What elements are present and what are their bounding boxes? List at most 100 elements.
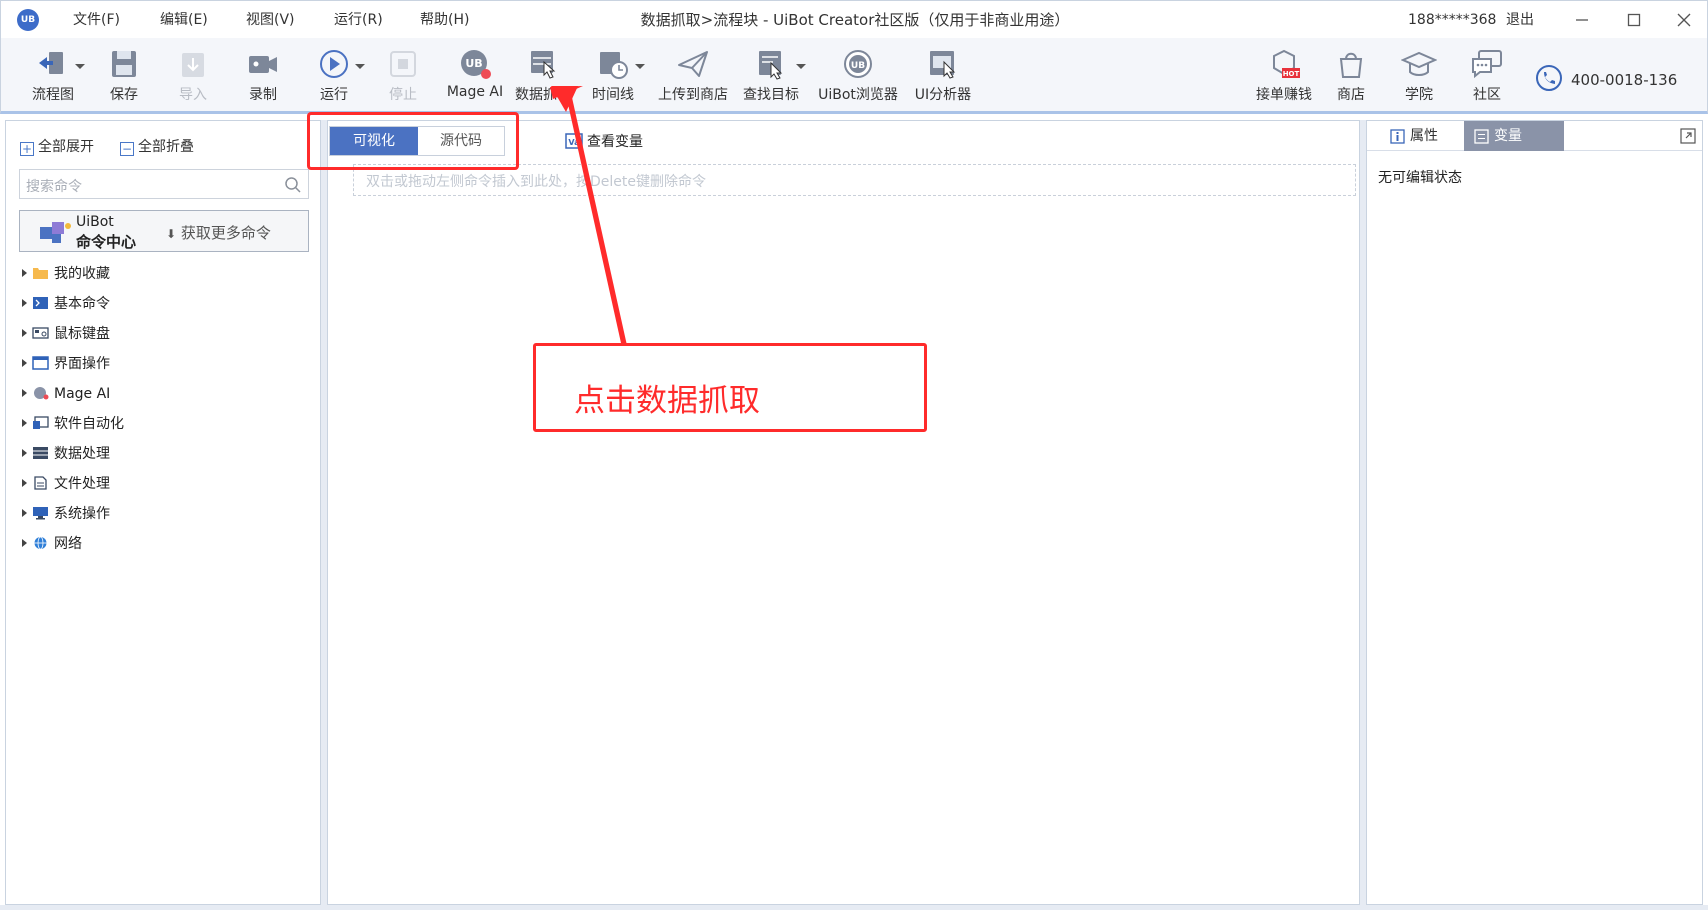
community-button[interactable]: 社区 — [1463, 48, 1511, 104]
flowchart-dropdown-caret[interactable] — [75, 64, 85, 69]
tree-item-file-processing[interactable]: 文件处理 — [16, 469, 316, 499]
find-target-dropdown-caret[interactable] — [796, 64, 806, 69]
menu-file[interactable]: 文件(F) — [73, 1, 120, 39]
timeline-icon — [600, 52, 628, 79]
info-icon — [1390, 129, 1405, 144]
minimize-icon[interactable] — [1569, 7, 1595, 33]
timeline-dropdown-caret[interactable] — [635, 64, 645, 69]
save-icon — [112, 51, 136, 77]
tree-item-ui-operations[interactable]: 界面操作 — [16, 349, 316, 379]
command-search-input[interactable]: 搜索命令 — [19, 169, 309, 199]
collapse-minus-icon: − — [120, 142, 134, 156]
system-icon — [33, 507, 48, 520]
svg-text:UB: UB — [465, 57, 482, 70]
expand-arrow-icon[interactable] — [22, 479, 27, 487]
uibot-browser-button[interactable]: UB UiBot浏览器 — [814, 48, 902, 104]
run-icon — [320, 50, 348, 78]
window-icon — [32, 356, 49, 370]
command-panel: + 全部展开 − 全部折叠 搜索命令 UiBot 命令中心 ⬇ 获取更多命令 我的收… — [5, 120, 321, 905]
user-account[interactable]: 188*****368 — [1408, 1, 1496, 39]
record-button[interactable]: 录制 — [239, 48, 287, 104]
flowchart-button[interactable]: 流程图 — [23, 48, 83, 104]
mage-ai-icon — [34, 387, 49, 400]
search-icon[interactable] — [284, 176, 302, 194]
toolbar: 流程图 保存 导入 录制 运行 停止 UB Mage AI 数据抓取 时间线 上… — [0, 38, 1708, 114]
stop-icon — [390, 51, 416, 77]
no-editable-status: 无可编辑状态 — [1378, 170, 1462, 186]
tree-item-mage-ai[interactable]: Mage AI — [16, 379, 316, 409]
data-scraping-button[interactable]: 数据抓取 — [511, 48, 575, 104]
upload-store-button[interactable]: 上传到商店 — [653, 48, 733, 104]
tree-item-basic-commands[interactable]: 基本命令 — [16, 289, 316, 319]
tab-properties[interactable]: 属性 — [1380, 121, 1476, 151]
popout-icon[interactable] — [1680, 128, 1696, 144]
annotation-callout: 点击数据抓取 — [533, 343, 927, 432]
tab-variables[interactable]: 变量 — [1464, 121, 1564, 151]
folder-icon — [33, 268, 48, 279]
collapse-all-button[interactable]: − 全部折叠 — [120, 136, 194, 156]
tree-item-favorites[interactable]: 我的收藏 — [16, 259, 316, 289]
mage-ai-icon: UB — [461, 50, 491, 79]
flowchart-icon — [39, 52, 63, 74]
properties-tabs: 属性 变量 — [1367, 121, 1702, 151]
import-icon — [182, 53, 204, 77]
globe-icon — [34, 536, 47, 550]
terminal-icon — [33, 297, 48, 309]
puzzle-icon — [40, 222, 71, 243]
expand-arrow-icon[interactable] — [22, 389, 27, 397]
expand-arrow-icon[interactable] — [22, 359, 27, 367]
download-arrow-icon: ⬇ — [166, 227, 177, 241]
command-tree: 我的收藏 基本命令 鼠标键盘 界面操作 Mage AI 软件自动化 数据处理 文… — [16, 259, 316, 559]
app-logo-icon: UB — [17, 9, 39, 31]
expand-arrow-icon[interactable] — [22, 509, 27, 517]
properties-panel: 属性 变量 无可编辑状态 — [1366, 120, 1703, 905]
ui-analyzer-button[interactable]: UI分析器 — [908, 48, 978, 104]
save-button[interactable]: 保存 — [100, 48, 148, 104]
tree-item-system-operations[interactable]: 系统操作 — [16, 499, 316, 529]
svg-text:Va: Va — [568, 138, 579, 147]
menu-run[interactable]: 运行(R) — [334, 1, 383, 39]
hotline-number: 400-0018-136 — [1571, 71, 1678, 89]
earn-money-button[interactable]: HOT 接单赚钱 — [1251, 48, 1317, 104]
find-target-button[interactable]: 查找目标 — [739, 48, 803, 104]
community-icon — [1472, 50, 1502, 79]
data-scraping-icon — [531, 51, 556, 79]
menu-help[interactable]: 帮助(H) — [420, 1, 469, 39]
timeline-button[interactable]: 时间线 — [585, 48, 641, 104]
bottom-border — [0, 905, 1708, 910]
uibot-browser-icon: UB — [844, 50, 872, 78]
variables-icon — [1474, 129, 1489, 144]
tree-item-software-automation[interactable]: 软件自动化 — [16, 409, 316, 439]
import-button[interactable]: 导入 — [169, 48, 217, 104]
tree-item-data-processing[interactable]: 数据处理 — [16, 439, 316, 469]
tree-item-network[interactable]: 网络 — [16, 529, 316, 559]
data-table-icon — [33, 447, 48, 459]
expand-arrow-icon[interactable] — [22, 269, 27, 277]
menu-view[interactable]: 视图(V) — [246, 1, 295, 39]
stop-button[interactable]: 停止 — [379, 48, 427, 104]
academy-button[interactable]: 学院 — [1395, 48, 1443, 104]
logout-link[interactable]: 退出 — [1506, 1, 1534, 39]
view-variables-button[interactable]: Va 查看变量 — [565, 131, 643, 151]
command-center-button[interactable]: UiBot 命令中心 ⬇ 获取更多命令 — [19, 210, 309, 252]
store-button[interactable]: 商店 — [1327, 48, 1375, 104]
expand-arrow-icon[interactable] — [22, 419, 27, 427]
run-dropdown-caret[interactable] — [355, 64, 365, 69]
variable-icon: Va — [565, 133, 583, 149]
expand-arrow-icon[interactable] — [22, 329, 27, 337]
expand-arrow-icon[interactable] — [22, 299, 27, 307]
tree-item-mouse-keyboard[interactable]: 鼠标键盘 — [16, 319, 316, 349]
ui-analyzer-icon — [930, 51, 956, 79]
expand-plus-icon: + — [20, 142, 34, 156]
expand-arrow-icon[interactable] — [22, 539, 27, 547]
menu-edit[interactable]: 编辑(E) — [160, 1, 208, 39]
expand-all-button[interactable]: + 全部展开 — [20, 136, 94, 156]
maximize-icon[interactable] — [1621, 7, 1647, 33]
mage-ai-button[interactable]: UB Mage AI — [441, 48, 509, 104]
upload-icon — [678, 51, 708, 77]
close-icon[interactable] — [1671, 7, 1697, 33]
file-icon — [34, 476, 47, 490]
title-bar: UB 文件(F) 编辑(E) 视图(V) 运行(R) 帮助(H) 数据抓取>流程… — [0, 0, 1708, 38]
run-button[interactable]: 运行 — [310, 48, 358, 104]
expand-arrow-icon[interactable] — [22, 449, 27, 457]
